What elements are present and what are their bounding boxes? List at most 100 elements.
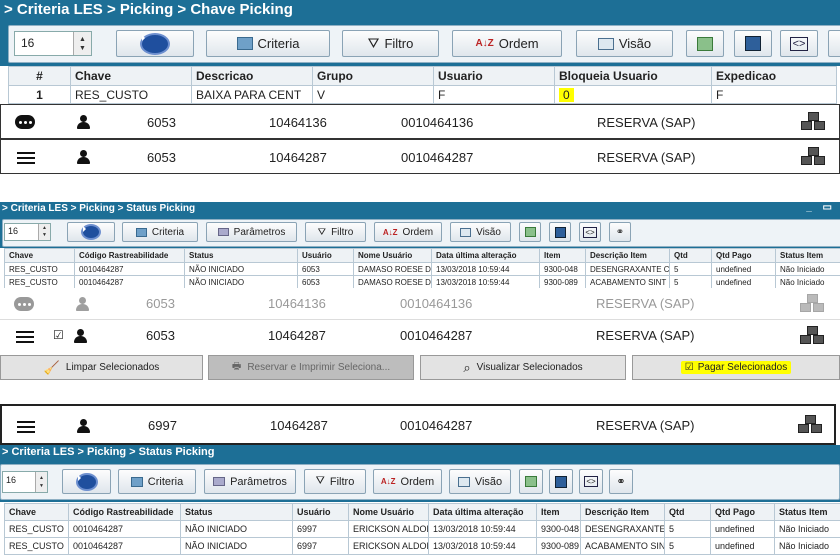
list-item[interactable]: 6053 10464136 0010464136 RESERVA (SAP) — [0, 104, 840, 139]
boxes-icon[interactable] — [801, 112, 827, 132]
column-header[interactable]: Qtd Pago — [711, 248, 776, 263]
panel3-save-button[interactable] — [549, 469, 573, 494]
spin-down-icon[interactable]: ▼ — [42, 232, 47, 239]
panel2-filter-button[interactable]: ⛛ Filtro — [305, 222, 366, 242]
panel1-extra-button[interactable] — [828, 30, 840, 57]
panel2-count-stepper[interactable]: 16 ▲ ▼ — [4, 223, 51, 241]
panel3-count-stepper[interactable]: 16 ▲ ▼ — [2, 471, 48, 493]
more-icon[interactable] — [15, 115, 35, 129]
column-header[interactable]: Status Item — [775, 248, 840, 263]
panel2-link-button[interactable]: ⚭ — [609, 222, 631, 242]
list-item[interactable]: 6997 10464287 0010464287 RESERVA (SAP) — [0, 404, 836, 445]
column-header[interactable]: Expedicao — [711, 66, 837, 86]
column-header[interactable]: Usuário — [297, 248, 354, 263]
column-header[interactable]: Descrição Item — [585, 248, 670, 263]
column-header[interactable]: Data última alteração — [428, 503, 537, 521]
column-header[interactable]: Descricao — [191, 66, 313, 86]
panel2-sort-button[interactable]: A↓Z Ordem — [374, 222, 442, 242]
pay-selected-button[interactable]: ☑ Pagar Selecionados — [632, 355, 840, 380]
table-cell: 13/03/2018 10:59:44 — [428, 537, 537, 555]
checkbox-icon[interactable]: ☑ — [53, 328, 64, 342]
panel1-export-button[interactable] — [686, 30, 724, 57]
column-header[interactable]: Qtd — [664, 503, 711, 521]
sort-icon: A↓Z — [475, 38, 494, 49]
panel1-criteria-button[interactable]: Criteria — [206, 30, 330, 57]
column-header[interactable]: Usuario — [433, 66, 555, 86]
menu-icon[interactable] — [17, 149, 35, 167]
boxes-icon[interactable] — [801, 147, 827, 167]
pay-selected-highlight: ☑ Pagar Selecionados — [680, 361, 792, 374]
table-row[interactable]: RES_CUSTO 0010464287 NÃO INICIADO 6053 D… — [4, 262, 840, 276]
panel2-code-button[interactable]: <> — [579, 222, 601, 242]
panel3-criteria-button[interactable]: Criteria — [118, 469, 196, 494]
panel1-run-button[interactable] — [116, 30, 194, 57]
panel3-code-button[interactable]: <> — [579, 469, 603, 494]
column-header[interactable]: Data última alteração — [431, 248, 540, 263]
list-item-code: 10464287 — [268, 328, 326, 343]
column-header[interactable]: Status — [180, 503, 293, 521]
panel3-link-button[interactable]: ⚭ — [609, 469, 633, 494]
menu-icon[interactable] — [16, 328, 34, 346]
column-header[interactable]: Chave — [4, 248, 75, 263]
column-header[interactable]: Qtd Pago — [710, 503, 775, 521]
panel2-parameters-button[interactable]: Parâmetros — [206, 222, 297, 242]
panel2-run-button[interactable] — [67, 222, 115, 242]
panel3-run-button[interactable] — [62, 469, 111, 494]
table-row[interactable]: RES_CUSTO 0010464287 NÃO INICIADO 6997 E… — [4, 520, 840, 538]
table-row[interactable]: RES_CUSTO 0010464287 NÃO INICIADO 6053 D… — [4, 275, 840, 289]
column-header[interactable]: Código Rastreabilidade — [74, 248, 185, 263]
panel1-view-button[interactable]: Visão — [576, 30, 673, 57]
panel2-save-button[interactable] — [549, 222, 571, 242]
panel1-code-button[interactable]: <> — [780, 30, 818, 57]
list-item[interactable]: ☑ 6053 10464287 0010464287 RESERVA (SAP) — [0, 320, 840, 352]
panel1-save-button[interactable] — [734, 30, 772, 57]
column-header[interactable]: Item — [536, 503, 581, 521]
column-header[interactable]: Status Item — [774, 503, 840, 521]
column-header[interactable]: Grupo — [312, 66, 434, 86]
column-header[interactable]: Usuário — [292, 503, 349, 521]
spin-down-icon[interactable]: ▼ — [79, 44, 86, 53]
boxes-icon[interactable] — [800, 326, 826, 346]
column-header[interactable]: Descrição Item — [580, 503, 665, 521]
column-header[interactable]: # — [8, 66, 71, 86]
panel2-view-button[interactable]: Visão — [450, 222, 511, 242]
panel3-title-text: > Criteria LES > Picking > Status Pickin… — [2, 446, 215, 458]
panel3-view-button[interactable]: Visão — [449, 469, 511, 494]
menu-icon[interactable] — [17, 418, 35, 436]
panel3-filter-button[interactable]: ⛛ Filtro — [304, 469, 366, 494]
export-icon — [697, 36, 713, 51]
panel2-export-button[interactable] — [519, 222, 541, 242]
panel1-sort-button[interactable]: A↓Z Ordem — [452, 30, 562, 57]
spin-up-icon[interactable]: ▲ — [39, 474, 44, 482]
column-header[interactable]: Chave — [4, 503, 69, 521]
list-item[interactable]: 6053 10464287 0010464287 RESERVA (SAP) — [0, 139, 840, 174]
panel3-sort-button[interactable]: A↓Z Ordem — [373, 469, 442, 494]
panel1-count-stepper[interactable]: 16 ▲ ▼ — [14, 31, 92, 56]
panel2-criteria-button[interactable]: Criteria — [122, 222, 198, 242]
column-header[interactable]: Nome Usuário — [348, 503, 429, 521]
list-item[interactable]: 6053 10464136 0010464136 RESERVA (SAP) — [0, 288, 840, 320]
column-header[interactable]: Qtd — [669, 248, 712, 263]
column-header[interactable]: Bloqueia Usuario — [554, 66, 712, 86]
table-cell: undefined — [711, 275, 776, 289]
more-icon[interactable] — [14, 297, 34, 311]
panel3-export-button[interactable] — [519, 469, 543, 494]
reserve-print-button[interactable]: 🖶 Reservar e Imprimir Seleciona... — [208, 355, 414, 380]
boxes-icon[interactable] — [800, 294, 826, 314]
spin-up-icon[interactable]: ▲ — [79, 35, 86, 44]
window-controls-icon[interactable]: _ ▭ — [806, 202, 836, 213]
panel3-parameters-button[interactable]: Parâmetros — [204, 469, 296, 494]
view-selected-button[interactable]: ⌕ Visualizar Selecionados — [420, 355, 626, 380]
boxes-icon[interactable] — [798, 415, 824, 435]
column-header[interactable]: Nome Usuário — [353, 248, 432, 263]
column-header[interactable]: Código Rastreabilidade — [68, 503, 181, 521]
spin-down-icon[interactable]: ▼ — [39, 482, 44, 490]
column-header[interactable]: Status — [184, 248, 298, 263]
column-header[interactable]: Chave — [70, 66, 192, 86]
panel1-filter-button[interactable]: ⛛ Filtro — [342, 30, 439, 57]
spin-up-icon[interactable]: ▲ — [42, 225, 47, 232]
table-row[interactable]: 1 RES_CUSTO BAIXA PARA CENT V F 0 F — [8, 85, 837, 104]
table-row[interactable]: RES_CUSTO 0010464287 NÃO INICIADO 6997 E… — [4, 537, 840, 555]
column-header[interactable]: Item — [539, 248, 586, 263]
clear-selected-button[interactable]: 🧹 Limpar Selecionados — [0, 355, 203, 380]
